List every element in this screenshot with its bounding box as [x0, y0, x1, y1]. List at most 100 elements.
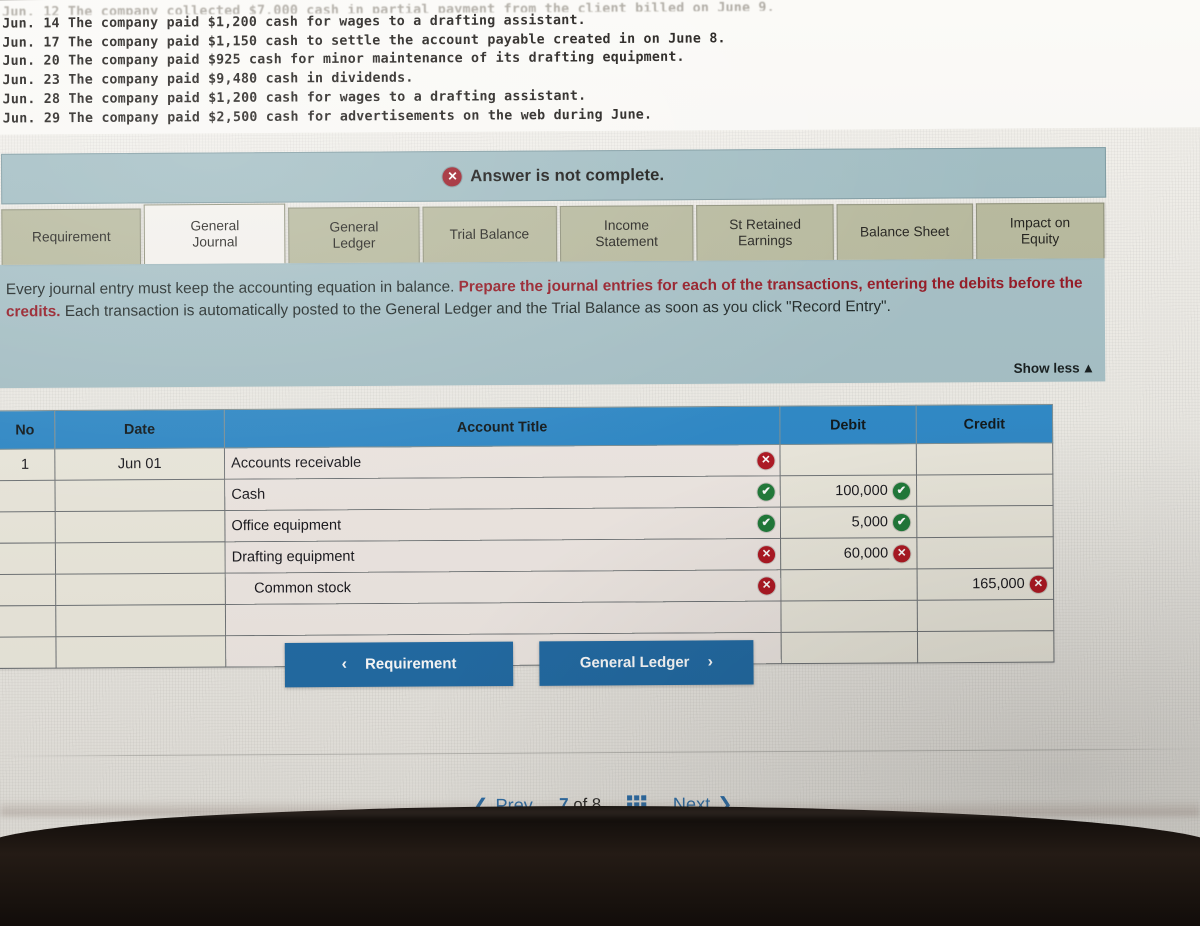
- screen-surface: Jun. 12 The company collected $7,000 cas…: [0, 0, 1200, 847]
- tab-label-line2: Journal: [192, 234, 238, 250]
- previous-requirement-button[interactable]: ‹ Requirement: [284, 641, 514, 688]
- show-less-label: Show less: [1013, 360, 1080, 376]
- row-status-icon: ✕: [757, 545, 776, 564]
- tab-income-statement[interactable]: Income Statement: [559, 205, 694, 262]
- chevron-right-icon: ›: [707, 653, 714, 671]
- cell-debit[interactable]: 5,000 ✔: [780, 506, 917, 539]
- cell-account-title[interactable]: [225, 601, 782, 636]
- correct-check-icon: ✔: [892, 482, 911, 500]
- tab-general-journal[interactable]: General Journal: [143, 203, 286, 265]
- cell-no: [0, 480, 56, 512]
- cell-credit[interactable]: [916, 474, 1054, 507]
- account-title-text: Drafting equipment: [231, 548, 355, 566]
- status-banner: ✕ Answer is not complete.: [0, 147, 1107, 205]
- tab-st-retained-earnings[interactable]: St Retained Earnings: [696, 204, 834, 261]
- debit-value: 5,000: [851, 514, 889, 531]
- incorrect-x-icon: ✕: [757, 546, 776, 564]
- cell-date[interactable]: [55, 510, 226, 543]
- cell-debit[interactable]: 60,000 ✕: [780, 537, 918, 570]
- cell-debit[interactable]: [779, 443, 917, 476]
- cell-account-title[interactable]: Cash ✔: [224, 475, 781, 511]
- tab-requirement[interactable]: Requirement: [1, 208, 142, 265]
- credit-amount: 165,000 ✕: [924, 575, 1047, 593]
- instruction-part2: Each transaction is automatically posted…: [60, 297, 891, 321]
- tab-label: St Retained: [729, 216, 802, 233]
- account-title-text: Common stock: [254, 579, 352, 597]
- tab-label: Trial Balance: [449, 226, 530, 242]
- cell-date[interactable]: [55, 604, 226, 637]
- show-less-toggle[interactable]: Show less ▲: [1013, 360, 1095, 376]
- cell-account-title[interactable]: Common stock ✕: [225, 569, 781, 605]
- column-header-account-title: Account Title: [224, 406, 780, 448]
- cell-credit[interactable]: [917, 599, 1054, 632]
- instruction-text: Every journal entry must keep the accoun…: [6, 272, 1089, 323]
- row-status-icon: ✕: [758, 576, 776, 595]
- triangle-up-icon: ▲: [1081, 360, 1096, 376]
- cell-date[interactable]: [55, 541, 226, 575]
- column-header-no: No: [0, 410, 55, 450]
- account-title-text: Office equipment: [231, 517, 342, 535]
- debit-value: 60,000: [843, 545, 889, 562]
- cell-debit[interactable]: 100,000 ✔: [780, 474, 917, 508]
- bezel-highlight: [0, 800, 1200, 816]
- tab-label-line2: Ledger: [332, 235, 376, 251]
- cell-date[interactable]: Jun 01: [54, 447, 225, 481]
- tab-label: Requirement: [31, 228, 111, 245]
- incorrect-x-icon: ✕: [757, 452, 775, 470]
- tab-label-line2: Equity: [1020, 231, 1060, 247]
- tab-label: Income: [603, 217, 650, 233]
- requirement-nav: ‹ Requirement General Ledger ›: [0, 638, 1042, 689]
- tab-label: Impact on: [1009, 214, 1071, 231]
- debit-amount: 5,000 ✔: [787, 513, 911, 531]
- table-header-row: No Date Account Title Debit Credit: [0, 404, 1053, 450]
- tab-impact-on-equity[interactable]: Impact on Equity: [975, 202, 1105, 259]
- tab-general-ledger[interactable]: General Ledger: [288, 206, 420, 264]
- instruction-part1: Every journal entry must keep the accoun…: [5, 278, 459, 299]
- tab-bar: Requirement General Journal General Ledger…: [1, 202, 1105, 265]
- transaction-list: Jun. 12 The company collected $7,000 cas…: [0, 0, 1200, 135]
- debit-amount: 100,000 ✔: [787, 482, 911, 500]
- cell-account-title[interactable]: Drafting equipment ✕: [225, 538, 781, 574]
- cell-debit[interactable]: [780, 568, 918, 602]
- cell-credit[interactable]: [916, 536, 1054, 569]
- credit-value: 165,000: [972, 575, 1025, 593]
- incorrect-x-icon: ✕: [758, 577, 776, 595]
- cell-no: [0, 605, 56, 638]
- tab-label: Balance Sheet: [859, 223, 950, 240]
- tab-label-line2: Earnings: [738, 232, 793, 249]
- previous-requirement-label: Requirement: [365, 656, 457, 673]
- cell-credit[interactable]: 165,000 ✕: [917, 568, 1054, 601]
- tab-label-line2: Statement: [595, 233, 658, 250]
- chevron-left-icon: ‹: [341, 655, 347, 673]
- monitor-bezel: [0, 806, 1200, 926]
- general-ledger-button[interactable]: General Ledger ›: [539, 640, 754, 686]
- page-divider: [0, 748, 1200, 757]
- cell-date[interactable]: [54, 479, 225, 512]
- correct-check-icon: ✔: [892, 513, 911, 531]
- cell-account-title[interactable]: Accounts receivable ✕: [224, 444, 781, 480]
- tab-trial-balance[interactable]: Trial Balance: [422, 205, 557, 263]
- account-title-text: Accounts receivable: [231, 454, 362, 472]
- cell-date[interactable]: [55, 573, 226, 606]
- table-body: 1 Jun 01 Accounts receivable ✕ Cash ✔ 100,000 ✔…: [0, 442, 1054, 669]
- column-header-debit: Debit: [779, 405, 917, 445]
- cell-debit[interactable]: [780, 600, 918, 633]
- cell-credit[interactable]: [916, 442, 1053, 475]
- x-circle-icon: ✕: [442, 166, 463, 186]
- cell-no: 1: [0, 448, 55, 481]
- row-status-icon: ✔: [757, 514, 775, 532]
- cell-no: [0, 574, 56, 606]
- row-status-icon: ✔: [757, 482, 775, 501]
- incorrect-x-icon: ✕: [1029, 575, 1047, 593]
- cell-credit[interactable]: [916, 505, 1054, 538]
- cell-no: [0, 511, 56, 544]
- cell-account-title[interactable]: Office equipment ✔: [224, 507, 781, 542]
- status-banner-text: Answer is not complete.: [470, 165, 665, 185]
- instruction-panel: Every journal entry must keep the accoun…: [0, 258, 1106, 389]
- tab-balance-sheet[interactable]: Balance Sheet: [836, 203, 973, 260]
- tab-label: General: [190, 218, 240, 234]
- account-title-text: Cash: [231, 486, 266, 503]
- correct-check-icon: ✔: [757, 514, 775, 532]
- correct-check-icon: ✔: [757, 483, 775, 501]
- debit-value: 100,000: [835, 482, 888, 500]
